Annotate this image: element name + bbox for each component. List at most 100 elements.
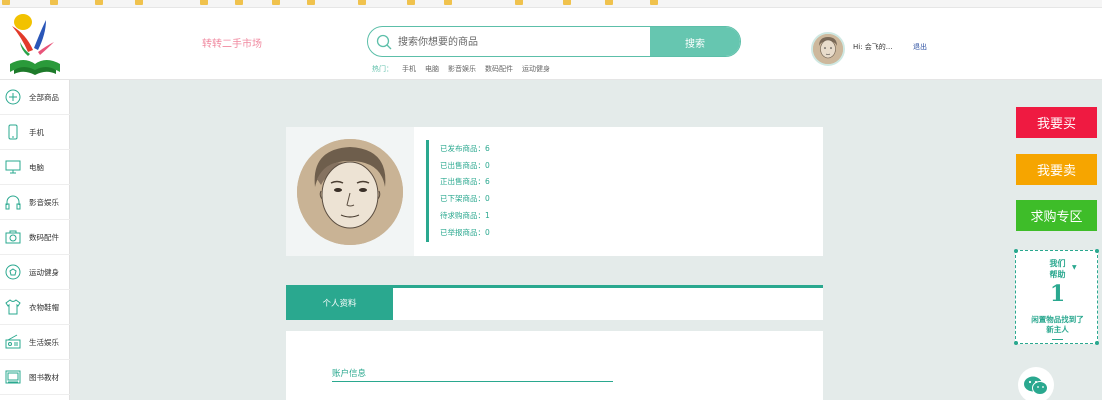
plus-circle-icon — [5, 89, 21, 105]
corner-dot — [1095, 249, 1099, 253]
search-button[interactable]: 搜索 — [650, 27, 740, 56]
bookmark-folder[interactable] — [135, 0, 143, 6]
bookmark-folder[interactable] — [307, 0, 315, 6]
divider — [1052, 339, 1063, 340]
stat-wanted[interactable]: 待求购商品：1 — [440, 207, 626, 224]
bookmark-folder[interactable] — [235, 0, 243, 6]
buy-button[interactable]: 我要买 — [1016, 107, 1097, 138]
sidebar-item-label: 运动健身 — [29, 267, 59, 277]
folder-icon — [650, 0, 658, 5]
bookmarks-bar — [0, 0, 1102, 8]
site-logo[interactable] — [6, 12, 64, 78]
sidebar-item-sports[interactable]: 运动健身 — [0, 255, 70, 290]
profile-photo-area — [286, 127, 414, 256]
corner-dot — [1014, 341, 1018, 345]
help-text-line: 新主人 — [1046, 325, 1069, 334]
sidebar-item-media[interactable]: 影音娱乐 — [0, 185, 70, 220]
sidebar-item-clothes[interactable]: 衣物鞋帽 — [0, 290, 70, 325]
sidebar-item-all[interactable]: 全部商品 — [0, 80, 70, 115]
folder-icon — [307, 0, 315, 5]
stat-reported[interactable]: 已举报商品：0 — [440, 224, 626, 241]
help-title-line: 我们 — [1049, 258, 1066, 268]
stat-published[interactable]: 已发布商品：6 — [440, 140, 626, 157]
stats-list: 已发布商品：6 已出售商品：0 正出售商品：6 已下架商品：0 待求购商品：1 … — [426, 140, 626, 242]
sidebar-item-label: 全部商品 — [29, 92, 59, 102]
logo-icon — [10, 14, 60, 75]
sidebar-item-life[interactable]: 生活娱乐 — [0, 325, 70, 360]
bookmark-folder[interactable] — [407, 0, 415, 6]
book-icon — [5, 370, 21, 384]
camera-icon — [5, 230, 21, 244]
hot-item-link[interactable]: 影音娱乐 — [448, 64, 476, 74]
sidebar-item-label: 影音娱乐 — [29, 197, 59, 207]
monitor-icon — [5, 160, 21, 174]
bookmark-folder[interactable] — [563, 0, 571, 6]
bookmark-folder[interactable] — [200, 0, 208, 6]
sidebar-item-computer[interactable]: 电脑 — [0, 150, 70, 185]
account-title: 账户信息 — [332, 369, 367, 379]
bookmark-folder[interactable] — [272, 0, 280, 6]
help-text-line: 闲置物品找到了 — [1031, 315, 1084, 324]
folder-icon — [235, 0, 243, 5]
radio-icon — [5, 334, 21, 349]
shirt-icon — [5, 299, 21, 315]
bookmark-folder[interactable] — [650, 0, 658, 6]
bookmark-folder[interactable] — [515, 0, 523, 6]
headphones-icon — [5, 195, 21, 210]
category-sidebar: 全部商品 手机 电脑 影音娱乐 数码配件 运动健身 衣物鞋帽 生活娱乐 图书教材 — [0, 80, 70, 400]
stat-removed[interactable]: 已下架商品：0 — [440, 190, 626, 207]
hot-item-link[interactable]: 数码配件 — [485, 64, 513, 74]
triangle-down-icon: ▼ — [1072, 264, 1077, 271]
phone-icon — [8, 124, 18, 140]
sidebar-item-digital[interactable]: 数码配件 — [0, 220, 70, 255]
folder-icon — [563, 0, 571, 5]
site-name[interactable]: 转转二手市场 — [202, 35, 262, 50]
sidebar-item-books[interactable]: 图书教材 — [0, 360, 70, 395]
folder-icon — [272, 0, 280, 5]
logout-link[interactable]: 退出 — [913, 42, 927, 52]
avatar-face-icon — [813, 34, 843, 64]
help-text: 闲置物品找到了 新主人 — [1016, 315, 1099, 335]
sidebar-item-label: 手机 — [29, 127, 44, 137]
stat-on-sale[interactable]: 正出售商品：6 — [440, 174, 626, 191]
tab-personal-info[interactable]: 个人资料 — [286, 285, 393, 320]
sidebar-item-label: 衣物鞋帽 — [29, 302, 59, 312]
sidebar-item-label: 生活娱乐 — [29, 337, 59, 347]
hot-item-link[interactable]: 手机 — [402, 64, 416, 74]
sell-button[interactable]: 我要卖 — [1016, 154, 1097, 185]
user-greeting: Hi: 会飞的... — [853, 43, 893, 51]
search-input[interactable] — [398, 31, 648, 53]
sidebar-item-label: 电脑 — [29, 162, 44, 172]
help-widget[interactable]: 我们 帮助 ▼ 1 闲置物品找到了 新主人 — [1014, 249, 1099, 345]
account-section: 账户信息 — [286, 331, 823, 400]
sidebar-item-label: 图书教材 — [29, 372, 59, 382]
bookmark-folder[interactable] — [2, 0, 10, 6]
folder-icon — [50, 0, 58, 5]
wechat-icon — [1024, 376, 1048, 395]
bookmark-folder[interactable] — [358, 0, 366, 6]
sidebar-item-phone[interactable]: 手机 — [0, 115, 70, 150]
folder-icon — [95, 0, 103, 5]
hot-item-link[interactable]: 运动健身 — [522, 64, 550, 74]
corner-dot — [1014, 249, 1018, 253]
folder-icon — [605, 0, 613, 5]
divider — [332, 381, 613, 382]
profile-avatar[interactable] — [297, 139, 403, 245]
bookmark-folder[interactable] — [50, 0, 58, 6]
help-title: 我们 帮助 — [1016, 258, 1099, 280]
bookmark-folder[interactable] — [95, 0, 103, 6]
corner-dot — [1095, 341, 1099, 345]
ball-icon — [5, 264, 21, 280]
want-zone-button[interactable]: 求购专区 — [1016, 200, 1097, 231]
hot-item-link[interactable]: 电脑 — [425, 64, 439, 74]
bookmark-folder[interactable] — [605, 0, 613, 6]
bookmark-folder[interactable] — [444, 0, 452, 6]
stat-sold[interactable]: 已出售商品：0 — [440, 157, 626, 174]
sidebar-item-label: 数码配件 — [29, 232, 59, 242]
help-title-line: 帮助 — [1049, 269, 1066, 279]
wechat-button[interactable] — [1018, 367, 1054, 400]
folder-icon — [2, 0, 10, 5]
search-icon — [376, 34, 392, 50]
hot-label: 热门： — [372, 65, 393, 73]
user-avatar[interactable] — [811, 32, 845, 66]
